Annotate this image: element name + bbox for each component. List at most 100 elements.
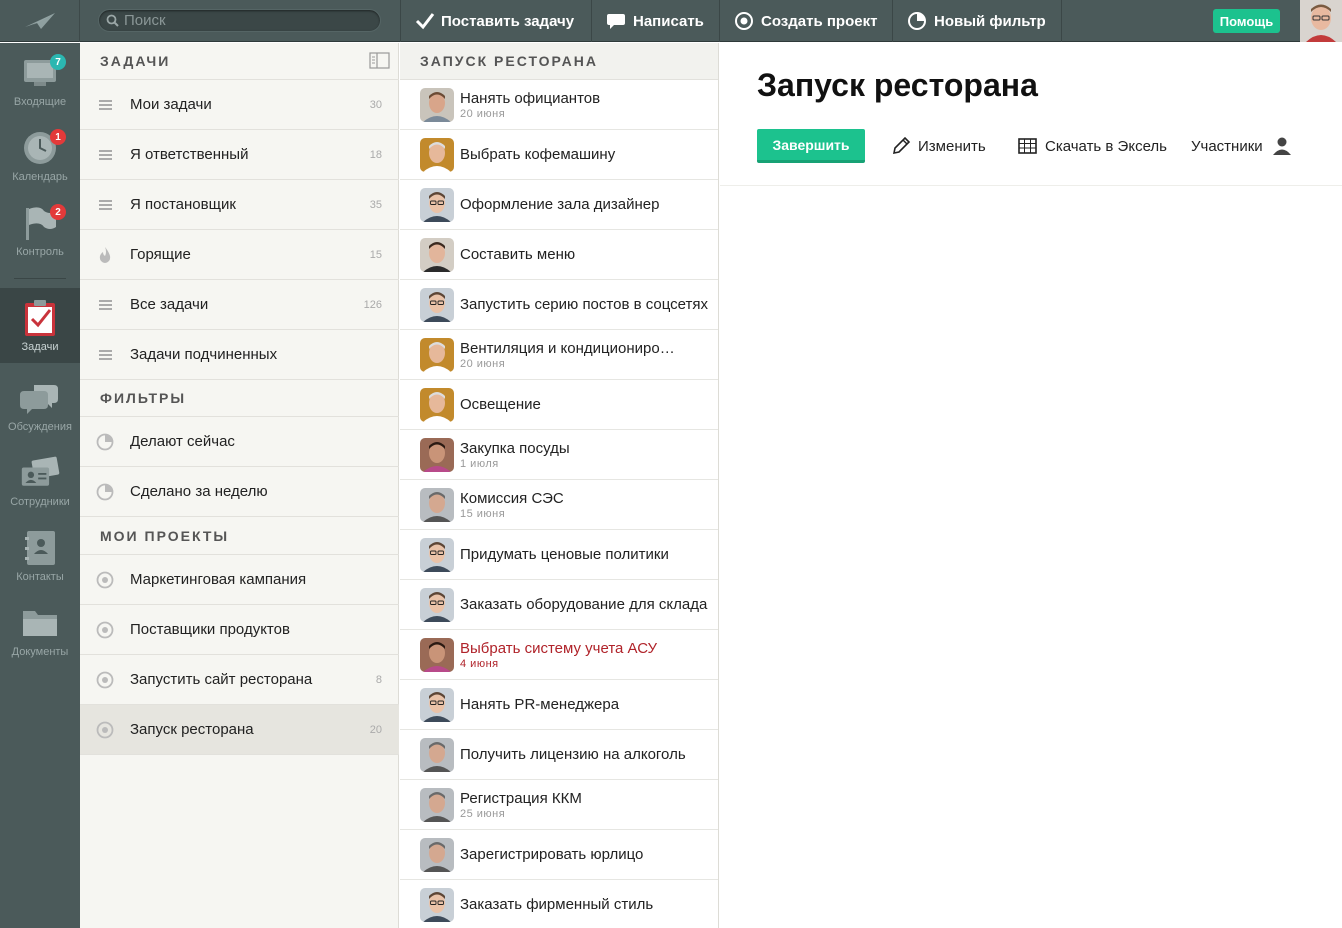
export-excel-label: Скачать в Эксель [1045, 137, 1167, 155]
task-row[interactable]: Составить меню [400, 230, 718, 280]
rail-label-discussions: Обсуждения [8, 421, 72, 433]
assignee-avatar [420, 238, 454, 272]
sidebar-item-all-tasks[interactable]: Все задачи 126 [80, 280, 399, 330]
rail-item-tasks[interactable]: Задачи [0, 288, 80, 363]
clipboard-check-icon [25, 300, 55, 336]
page-title: Запуск ресторана [757, 67, 1038, 103]
rail-item-documents[interactable]: Документы [0, 593, 80, 668]
members-button[interactable]: Участники [1191, 135, 1292, 157]
task-row[interactable]: Закупка посуды 1 июля [400, 430, 718, 480]
projects-section-title: МОИ ПРОЕКТЫ [100, 528, 230, 544]
create-project-button[interactable]: Создать проект [719, 0, 892, 42]
edit-button[interactable]: Изменить [891, 135, 986, 157]
sidebar-item-responsible[interactable]: Я ответственный 18 [80, 130, 399, 180]
sidebar-item-subordinates[interactable]: Задачи подчиненных [80, 330, 399, 380]
avatar-photo-icon [420, 238, 454, 272]
speech-bubble-icon [607, 14, 625, 29]
task-title: Закупка посуды [460, 440, 570, 457]
sidebar-item-label: Горящие [130, 246, 191, 263]
complete-button[interactable]: Завершить [757, 129, 865, 163]
rail-label-contacts: Контакты [16, 571, 64, 583]
assignee-avatar [420, 738, 454, 772]
task-row[interactable]: Придумать ценовые политики [400, 530, 718, 580]
edit-label: Изменить [918, 137, 986, 155]
create-project-label: Создать проект [761, 12, 878, 30]
task-row[interactable]: Оформление зала дизайнер [400, 180, 718, 230]
rail-item-calendar[interactable]: 1 Календарь [0, 118, 80, 193]
add-task-button[interactable]: Поставить задачу [400, 0, 591, 42]
rail-item-control[interactable]: 2 Контроль [0, 193, 80, 268]
avatar-photo-icon [420, 788, 454, 822]
task-row[interactable]: Получить лицензию на алкоголь [400, 730, 718, 780]
rail-label-documents: Документы [11, 646, 69, 658]
assignee-avatar [420, 688, 454, 722]
user-avatar[interactable] [1300, 0, 1342, 42]
assignee-avatar [420, 288, 454, 322]
export-excel-button[interactable]: Скачать в Эксель [1018, 135, 1167, 157]
calendar-badge: 1 [50, 129, 66, 145]
sidebar-item-label: Мои задачи [130, 96, 212, 113]
address-book-icon [25, 531, 55, 565]
user-photo-icon [1300, 0, 1342, 42]
task-row[interactable]: Комиссия СЭС 15 июня [400, 480, 718, 530]
filters-section-title: ФИЛЬТРЫ [100, 390, 187, 406]
task-title: Зарегистрировать юрлицо [460, 846, 644, 863]
search-box[interactable] [98, 9, 381, 32]
rail-item-discussions[interactable]: Обсуждения [0, 368, 80, 443]
rail-divider [14, 278, 66, 279]
target-icon [96, 571, 114, 588]
chat-icon [20, 385, 58, 414]
sidebar-item-label: Запуск ресторана [130, 721, 254, 738]
target-icon [735, 12, 753, 30]
task-row[interactable]: Нанять PR-менеджера [400, 680, 718, 730]
task-row[interactable]: Освещение [400, 380, 718, 430]
avatar-photo-icon [420, 388, 454, 422]
task-list-heading: ЗАПУСК РЕСТОРАНА [400, 43, 718, 80]
rail-item-employees[interactable]: Сотрудники [0, 443, 80, 518]
task-due-date: 1 июля [460, 458, 499, 470]
task-row[interactable]: Выбрать систему учета АСУ 4 июня [400, 630, 718, 680]
task-row[interactable]: Заказать оборудование для склада [400, 580, 718, 630]
help-button[interactable]: Помощь [1213, 9, 1280, 33]
panel-layout-icon[interactable] [369, 52, 390, 69]
sidebar-filter-done-week[interactable]: Сделано за неделю [80, 467, 399, 517]
sidebar-project-suppliers[interactable]: Поставщики продуктов [80, 605, 399, 655]
assignee-avatar [420, 588, 454, 622]
rail-item-contacts[interactable]: Контакты [0, 518, 80, 593]
sidebar-item-burning[interactable]: Горящие 15 [80, 230, 399, 280]
new-filter-label: Новый фильтр [934, 12, 1046, 30]
assignee-avatar [420, 888, 454, 922]
task-row[interactable]: Нанять официантов 20 июня [400, 80, 718, 130]
add-task-label: Поставить задачу [441, 12, 575, 30]
task-row[interactable]: Вентиляция и кондициониро… 20 июня [400, 330, 718, 380]
task-title: Комиссия СЭС [460, 490, 564, 507]
task-row[interactable]: Регистрация ККМ 25 июня [400, 780, 718, 830]
app-logo[interactable] [0, 0, 80, 42]
sidebar-item-assigner[interactable]: Я постановщик 35 [80, 180, 399, 230]
write-button[interactable]: Написать [591, 0, 719, 42]
sidebar-filter-doing-now[interactable]: Делают сейчас [80, 417, 399, 467]
filters-section-heading: ФИЛЬТРЫ [80, 380, 399, 417]
task-due-date: 4 июня [460, 658, 499, 670]
folder-icon [23, 611, 57, 636]
id-cards-icon [21, 456, 60, 486]
check-icon [415, 13, 435, 30]
sidebar-item-my-tasks[interactable]: Мои задачи 30 [80, 80, 399, 130]
task-title: Запустить серию постов в соцсетях [460, 296, 708, 313]
rail-item-inbox[interactable]: 7 Входящие [0, 43, 80, 118]
sidebar-project-restaurant-launch[interactable]: Запуск ресторана 20 [80, 705, 399, 755]
target-icon [96, 721, 114, 738]
new-filter-button[interactable]: Новый фильтр [892, 0, 1062, 42]
sidebar-project-website[interactable]: Запустить сайт ресторана 8 [80, 655, 399, 705]
task-row[interactable]: Заказать фирменный стиль [400, 880, 718, 928]
task-row[interactable]: Запустить серию постов в соцсетях [400, 280, 718, 330]
sidebar-item-label: Я ответственный [130, 146, 249, 163]
search-input[interactable] [124, 12, 374, 29]
sidebar-project-marketing[interactable]: Маркетинговая кампания [80, 555, 399, 605]
task-row[interactable]: Выбрать кофемашину [400, 130, 718, 180]
task-title: Оформление зала дизайнер [460, 196, 660, 213]
task-row[interactable]: Зарегистрировать юрлицо [400, 830, 718, 880]
list-icon [98, 198, 112, 212]
write-label: Написать [633, 12, 704, 30]
person-icon [1272, 137, 1291, 155]
